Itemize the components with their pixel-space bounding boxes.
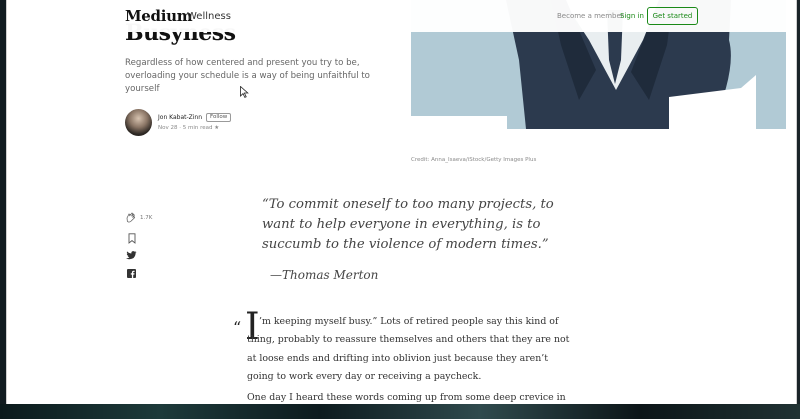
dropcap-quote-mark: “ (233, 318, 242, 337)
top-nav-bar: Medium Wellness Become a member Sign in … (7, 0, 796, 32)
mouse-cursor-icon (240, 86, 249, 98)
body-paragraph-2: One day I heard these words coming up fr… (247, 392, 566, 403)
become-member-link[interactable]: Become a member (557, 12, 624, 20)
facebook-icon[interactable] (127, 269, 136, 278)
medium-logo[interactable]: Medium (125, 7, 193, 25)
sign-in-link[interactable]: Sign in (620, 12, 644, 20)
image-credit: Credit: Anna_Isaeva/iStock/Getty Images … (411, 157, 537, 163)
desktop-background-bottom (0, 404, 800, 419)
section-link-wellness[interactable]: Wellness (187, 11, 231, 22)
author-avatar[interactable] (125, 109, 152, 136)
get-started-button[interactable]: Get started (647, 7, 698, 25)
twitter-icon[interactable] (126, 251, 137, 260)
clap-icon[interactable] (125, 212, 136, 224)
browser-window: Credit: Anna_Isaeva/iStock/Getty Images … (6, 0, 797, 404)
author-name[interactable]: Jon Kabat-Zinn (158, 114, 202, 121)
clap-count: 1.7K (140, 215, 153, 221)
article-subtitle: Regardless of how centered and present y… (125, 58, 370, 94)
article-meta: Nov 28 · 5 min read ★ (158, 125, 220, 131)
body-paragraph-1-text: ’m keeping myself busy.” Lots of retired… (247, 316, 570, 383)
pull-quote-author: —Thomas Merton (270, 268, 379, 282)
follow-button[interactable]: Follow (206, 113, 232, 122)
pull-quote: “To commit oneself to too many projects,… (262, 197, 554, 252)
bookmark-icon[interactable] (128, 233, 136, 244)
body-paragraph-1: ’m keeping myself busy.” Lots of retired… (247, 313, 577, 387)
